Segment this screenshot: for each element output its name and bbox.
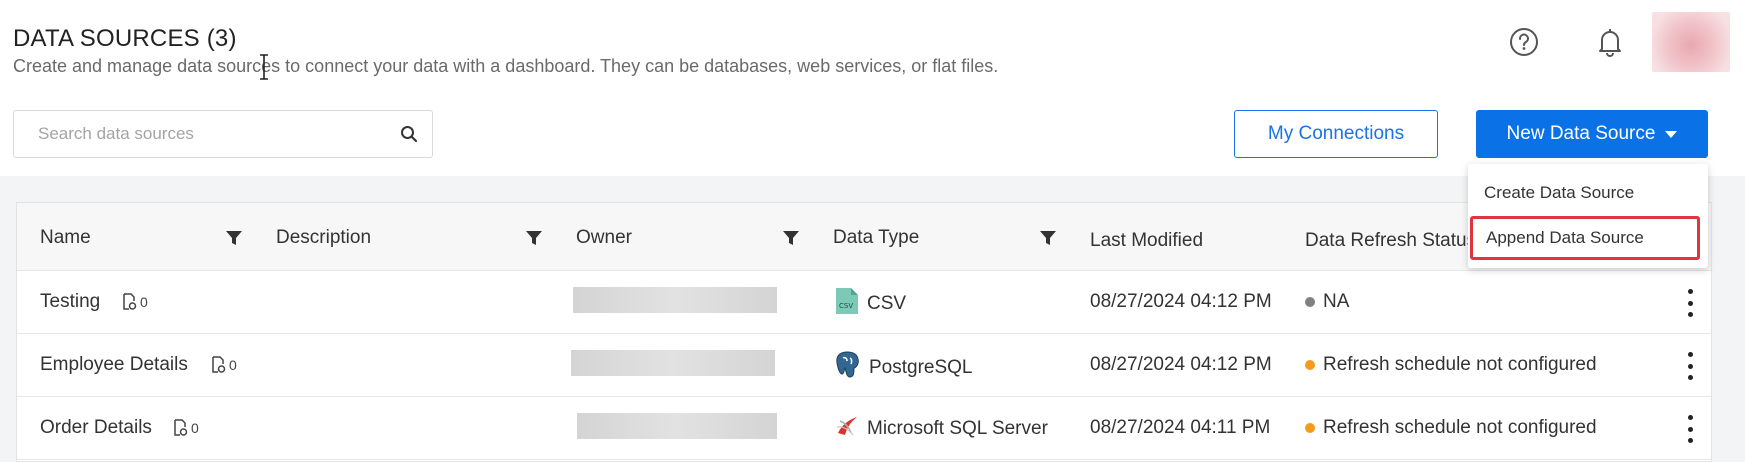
last-modified: 08/27/2024 04:11 PM: [1090, 417, 1271, 438]
row-actions-kebab-icon[interactable]: [1685, 352, 1695, 380]
menu-item-append-data-source[interactable]: Append Data Source: [1470, 216, 1700, 260]
my-connections-button[interactable]: My Connections: [1234, 110, 1438, 158]
filter-icon[interactable]: [525, 229, 543, 252]
notification-bell-icon[interactable]: [1592, 24, 1628, 60]
chevron-down-icon: [1665, 130, 1678, 138]
table-row[interactable]: Testing 0 CSV CSV 08/27/2024 04:12 PM NA: [17, 271, 1711, 334]
linked-dashboard-icon: [174, 419, 188, 436]
filter-icon[interactable]: [782, 229, 800, 252]
linked-dashboard-icon: [212, 356, 226, 373]
column-header-data-refresh-status[interactable]: Data Refresh Status: [1305, 230, 1476, 252]
row-actions-kebab-icon[interactable]: [1685, 415, 1695, 443]
new-data-source-button[interactable]: New Data Source: [1476, 110, 1708, 158]
data-sources-table: Name Description Owner Data Type Last Mo…: [16, 202, 1712, 462]
linked-count: 0: [191, 420, 199, 436]
row-name[interactable]: Employee Details: [40, 354, 188, 376]
page-title: DATA SOURCES (3): [13, 25, 237, 52]
owner-redacted: [571, 350, 775, 376]
status-text: NA: [1323, 291, 1350, 312]
status-dot: [1305, 423, 1315, 433]
data-type-cell: PostgreSQL: [833, 350, 973, 386]
user-avatar[interactable]: [1652, 12, 1730, 72]
column-header-owner[interactable]: Owner: [576, 227, 632, 249]
postgresql-icon: [833, 350, 861, 386]
filter-icon[interactable]: [1039, 229, 1057, 252]
last-modified: 08/27/2024 04:12 PM: [1090, 291, 1272, 312]
page-subtitle: Create and manage data sources to connec…: [13, 56, 999, 76]
table-row[interactable]: Employee Details 0 PostgreSQL 08/27/2024…: [17, 334, 1711, 397]
csv-file-icon: CSV: [835, 287, 859, 321]
column-header-description[interactable]: Description: [276, 227, 371, 249]
linked-dashboards[interactable]: 0: [172, 419, 199, 437]
refresh-status: NA: [1305, 291, 1349, 313]
filter-icon[interactable]: [225, 229, 243, 252]
owner-redacted: [573, 287, 777, 313]
status-text: Refresh schedule not configured: [1323, 354, 1597, 375]
owner-redacted: [577, 413, 777, 439]
data-type-cell: Microsoft SQL Server: [835, 413, 1048, 445]
data-type-cell: CSV CSV: [835, 287, 906, 321]
new-data-source-dropdown-menu: Create Data Source Append Data Source: [1468, 164, 1708, 268]
status-text: Refresh schedule not configured: [1323, 417, 1597, 438]
new-data-source-label: New Data Source: [1506, 123, 1656, 144]
status-dot: [1305, 360, 1315, 370]
table-header: Name Description Owner Data Type Last Mo…: [17, 203, 1711, 271]
row-actions-kebab-icon[interactable]: [1685, 289, 1695, 317]
sql-server-icon: [835, 413, 859, 445]
linked-dashboards[interactable]: 0: [121, 293, 148, 311]
data-type-label: CSV: [867, 293, 907, 314]
refresh-status: Refresh schedule not configured: [1305, 417, 1597, 439]
search-icon[interactable]: [400, 125, 418, 148]
column-header-last-modified[interactable]: Last Modified: [1090, 230, 1203, 252]
text-cursor-icon: [258, 54, 270, 85]
refresh-status: Refresh schedule not configured: [1305, 354, 1597, 376]
help-icon[interactable]: [1506, 24, 1542, 60]
last-modified: 08/27/2024 04:12 PM: [1090, 354, 1272, 375]
search-input[interactable]: [38, 124, 398, 144]
menu-item-create-data-source[interactable]: Create Data Source: [1468, 171, 1708, 215]
data-type-label: PostgreSQL: [869, 357, 973, 378]
linked-count: 0: [229, 357, 237, 373]
linked-dashboard-icon: [123, 293, 137, 310]
page-header-area: DATA SOURCES (3) Create and manage data …: [0, 0, 1745, 176]
status-dot: [1305, 297, 1315, 307]
table-row[interactable]: Order Details 0 Microsoft SQL Server 08/…: [17, 397, 1711, 460]
linked-dashboards[interactable]: 0: [210, 356, 237, 374]
data-type-label: Microsoft SQL Server: [867, 418, 1048, 439]
search-box[interactable]: [13, 110, 433, 158]
column-header-name[interactable]: Name: [40, 227, 91, 249]
svg-text:CSV: CSV: [839, 302, 853, 310]
linked-count: 0: [140, 294, 148, 310]
row-name[interactable]: Testing: [40, 291, 100, 313]
column-header-data-type[interactable]: Data Type: [833, 227, 919, 249]
row-name[interactable]: Order Details: [40, 417, 152, 439]
